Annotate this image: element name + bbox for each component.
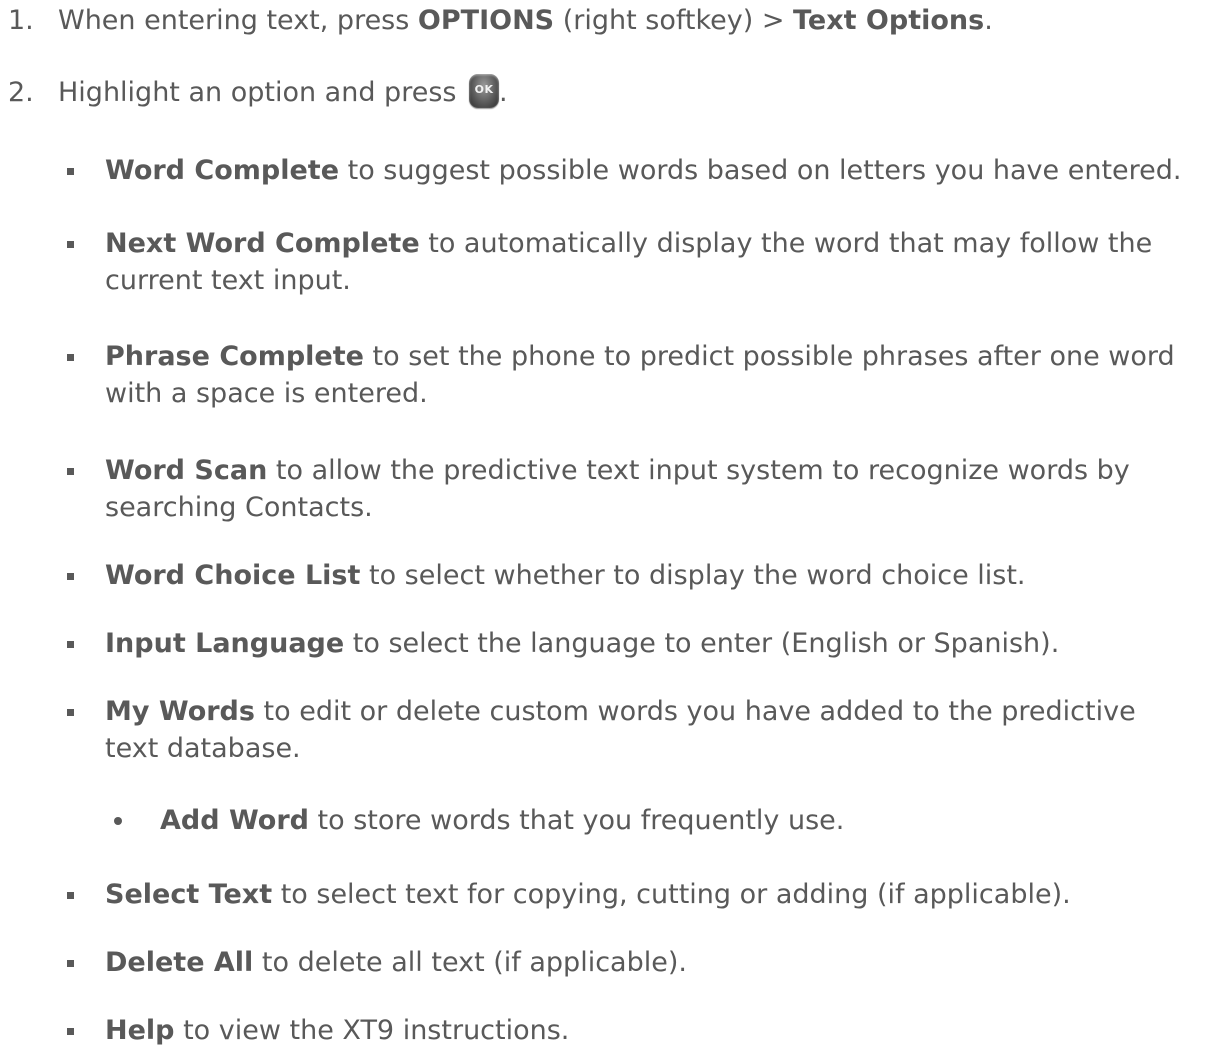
option-description: to suggest possible words based on lette… — [339, 155, 1182, 186]
option-item-word-choice-list: Word Choice List to select whether to di… — [67, 557, 1197, 594]
square-bullet-icon — [67, 168, 74, 175]
option-item-phrase-complete: Phrase Complete to set the phone to pred… — [67, 338, 1197, 412]
round-bullet-icon — [114, 817, 122, 825]
sub-option-term: Add Word — [160, 805, 309, 836]
option-term: Select Text — [105, 879, 273, 910]
square-bullet-icon — [67, 468, 74, 475]
option-item-word-complete: Word Complete to suggest possible words … — [67, 152, 1197, 189]
option-description: to select whether to display the word ch… — [360, 560, 1026, 591]
option-item-my-words: My Words to edit or delete custom words … — [67, 693, 1197, 767]
square-bullet-icon — [67, 892, 74, 899]
option-description: to delete all text (if applicable). — [253, 947, 687, 978]
option-term: Help — [105, 1015, 175, 1046]
option-item-delete-all: Delete All to delete all text (if applic… — [67, 944, 1197, 981]
option-item-input-language: Input Language to select the language to… — [67, 625, 1197, 662]
option-term: Word Scan — [105, 455, 268, 486]
step-text: (right softkey) > — [554, 5, 794, 36]
square-bullet-icon — [67, 709, 74, 716]
square-bullet-icon — [67, 573, 74, 580]
options-softkey-label: OPTIONS — [417, 5, 555, 36]
text-options-label: Text Options — [793, 5, 985, 36]
option-term: Delete All — [105, 947, 254, 978]
option-term: My Words — [105, 696, 255, 727]
square-bullet-icon — [67, 1028, 74, 1035]
step-text: When entering text, press — [58, 5, 418, 36]
sub-option-description: to store words that you frequently use. — [308, 805, 845, 836]
option-item-select-text: Select Text to select text for copying, … — [67, 876, 1197, 913]
option-description: to select text for copying, cutting or a… — [272, 879, 1071, 910]
option-description: to select the language to enter (English… — [344, 628, 1060, 659]
ok-key-icon: OK — [469, 73, 500, 108]
step-2: 2. Highlight an option and press OK. — [8, 73, 508, 111]
option-description: to view the XT9 instructions. — [174, 1015, 570, 1046]
step-number: 2. — [8, 77, 34, 108]
option-term: Phrase Complete — [105, 341, 364, 372]
option-item-word-scan: Word Scan to allow the predictive text i… — [67, 452, 1197, 526]
option-term: Word Complete — [105, 155, 340, 186]
step-text: . — [984, 5, 993, 36]
square-bullet-icon — [67, 354, 74, 361]
option-item-help: Help to view the XT9 instructions. — [67, 1012, 1197, 1049]
square-bullet-icon — [67, 641, 74, 648]
ok-key-label: OK — [474, 82, 494, 96]
step-text: . — [499, 77, 508, 108]
option-item-next-word-complete: Next Word Complete to automatically disp… — [67, 225, 1197, 299]
option-term: Input Language — [105, 628, 345, 659]
square-bullet-icon — [67, 960, 74, 967]
square-bullet-icon — [67, 241, 74, 248]
step-number: 1. — [8, 5, 34, 36]
option-term: Next Word Complete — [105, 228, 420, 259]
step-text: Highlight an option and press — [58, 77, 466, 108]
step-1: 1. When entering text, press OPTIONS (rig… — [8, 2, 993, 39]
option-description: to edit or delete custom words you have … — [105, 696, 1136, 764]
sub-option-item-add-word: Add Word to store words that you frequen… — [114, 802, 1194, 839]
option-term: Word Choice List — [105, 560, 361, 591]
